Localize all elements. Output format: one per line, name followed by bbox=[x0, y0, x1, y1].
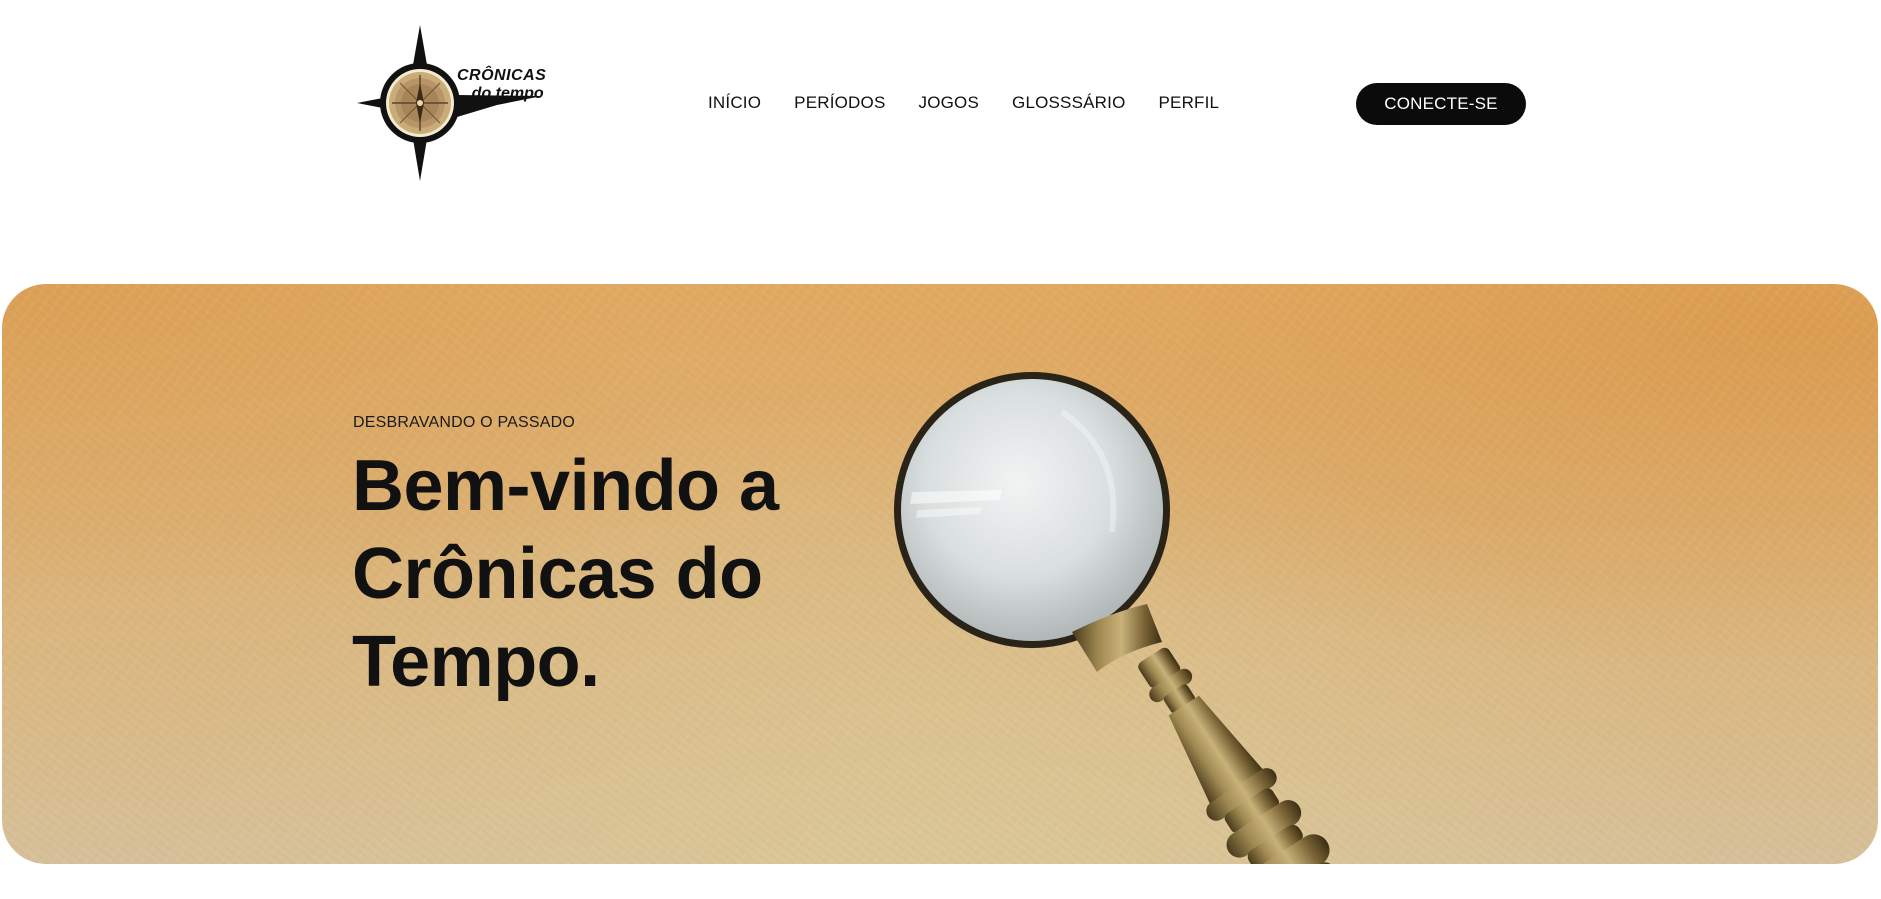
logo-line-2: do tempo bbox=[471, 85, 544, 102]
site-logo[interactable]: CRÔNICAS do tempo bbox=[357, 25, 546, 181]
logo-wordmark: CRÔNICAS do tempo bbox=[457, 67, 546, 103]
magnifying-glass-icon bbox=[862, 342, 1342, 864]
logo-line-1: CRÔNICAS bbox=[457, 67, 547, 84]
connect-button[interactable]: CONECTE-SE bbox=[1356, 83, 1526, 125]
hero-eyebrow: DESBRAVANDO O PASSADO bbox=[353, 414, 576, 431]
site-header: CRÔNICAS do tempo INÍCIO PERÍODOS JOGOS … bbox=[0, 0, 1881, 210]
hero-banner: DESBRAVANDO O PASSADO Bem-vindo a Crônic… bbox=[2, 284, 1878, 864]
nav-link-jogos[interactable]: JOGOS bbox=[919, 92, 980, 114]
hero-title: Bem-vindo a Crônicas do Tempo. bbox=[352, 446, 779, 702]
compass-rose-icon bbox=[357, 25, 542, 181]
nav-link-periodos[interactable]: PERÍODOS bbox=[794, 92, 885, 114]
nav-link-perfil[interactable]: PERFIL bbox=[1159, 92, 1220, 114]
nav-link-inicio[interactable]: INÍCIO bbox=[708, 92, 761, 114]
nav-link-glossario[interactable]: GLOSSSÁRIO bbox=[1012, 92, 1125, 114]
main-nav: INÍCIO PERÍODOS JOGOS GLOSSSÁRIO PERFIL bbox=[708, 92, 1219, 114]
